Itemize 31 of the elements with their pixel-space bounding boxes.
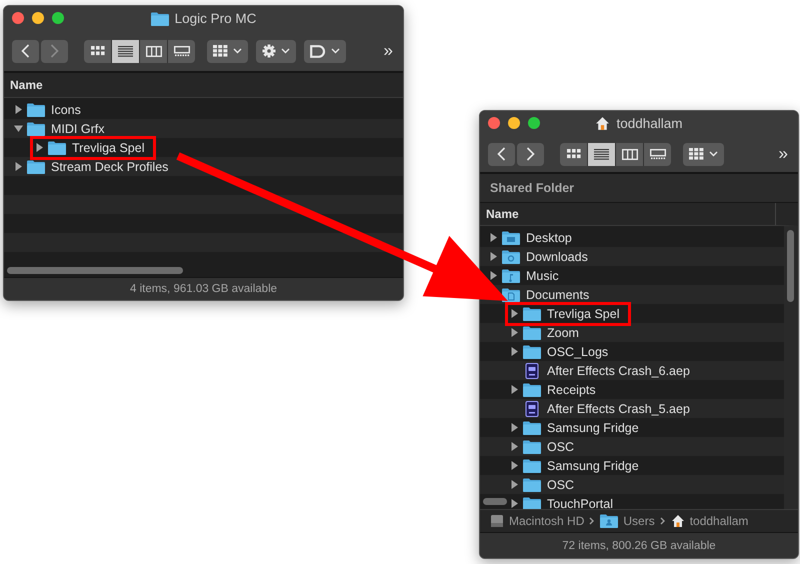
window-title: Logic Pro MC <box>174 11 256 26</box>
file-name[interactable]: Music <box>526 268 559 282</box>
file-name[interactable]: After Effects Crash_5.aep <box>547 402 690 416</box>
column-header[interactable]: Name <box>480 203 798 226</box>
file-name[interactable]: OSC <box>547 440 574 454</box>
window-title: toddhallam <box>616 116 683 131</box>
file-name[interactable]: Zoom <box>547 326 579 340</box>
overflow-button[interactable]: » <box>776 144 790 164</box>
location-header: Shared Folder <box>480 174 798 203</box>
overflow-button[interactable]: » <box>382 41 395 61</box>
file-name[interactable]: OSC <box>547 478 574 492</box>
file-name[interactable]: Samsung Fridge <box>547 458 639 472</box>
file-name[interactable]: OSC_Logs <box>547 344 608 358</box>
file-name[interactable]: Trevliga Spel <box>72 140 144 154</box>
column-header[interactable]: Name <box>4 73 403 98</box>
path-item[interactable]: Users <box>623 514 655 528</box>
file-name[interactable]: Receipts <box>547 382 596 396</box>
status-bar: 72 items, 800.26 GB available <box>480 532 798 558</box>
file-name[interactable]: Desktop <box>526 230 572 244</box>
file-name[interactable]: Trevliga Spel <box>547 306 620 320</box>
file-name[interactable]: Downloads <box>526 250 588 264</box>
path-item[interactable]: Macintosh HD <box>509 514 584 528</box>
status-bar: 4 items, 961.03 GB available <box>4 277 403 300</box>
file-name[interactable]: Documents <box>526 288 590 302</box>
file-name[interactable]: Icons <box>51 102 81 116</box>
file-name[interactable]: Samsung Fridge <box>547 420 639 434</box>
file-name[interactable]: TouchPortal <box>547 496 614 509</box>
path-item[interactable]: toddhallam <box>690 514 748 528</box>
file-name[interactable]: Stream Deck Profiles <box>51 160 168 174</box>
file-name[interactable]: MIDI Grfx <box>51 122 104 136</box>
file-name[interactable]: After Effects Crash_6.aep <box>547 364 690 378</box>
